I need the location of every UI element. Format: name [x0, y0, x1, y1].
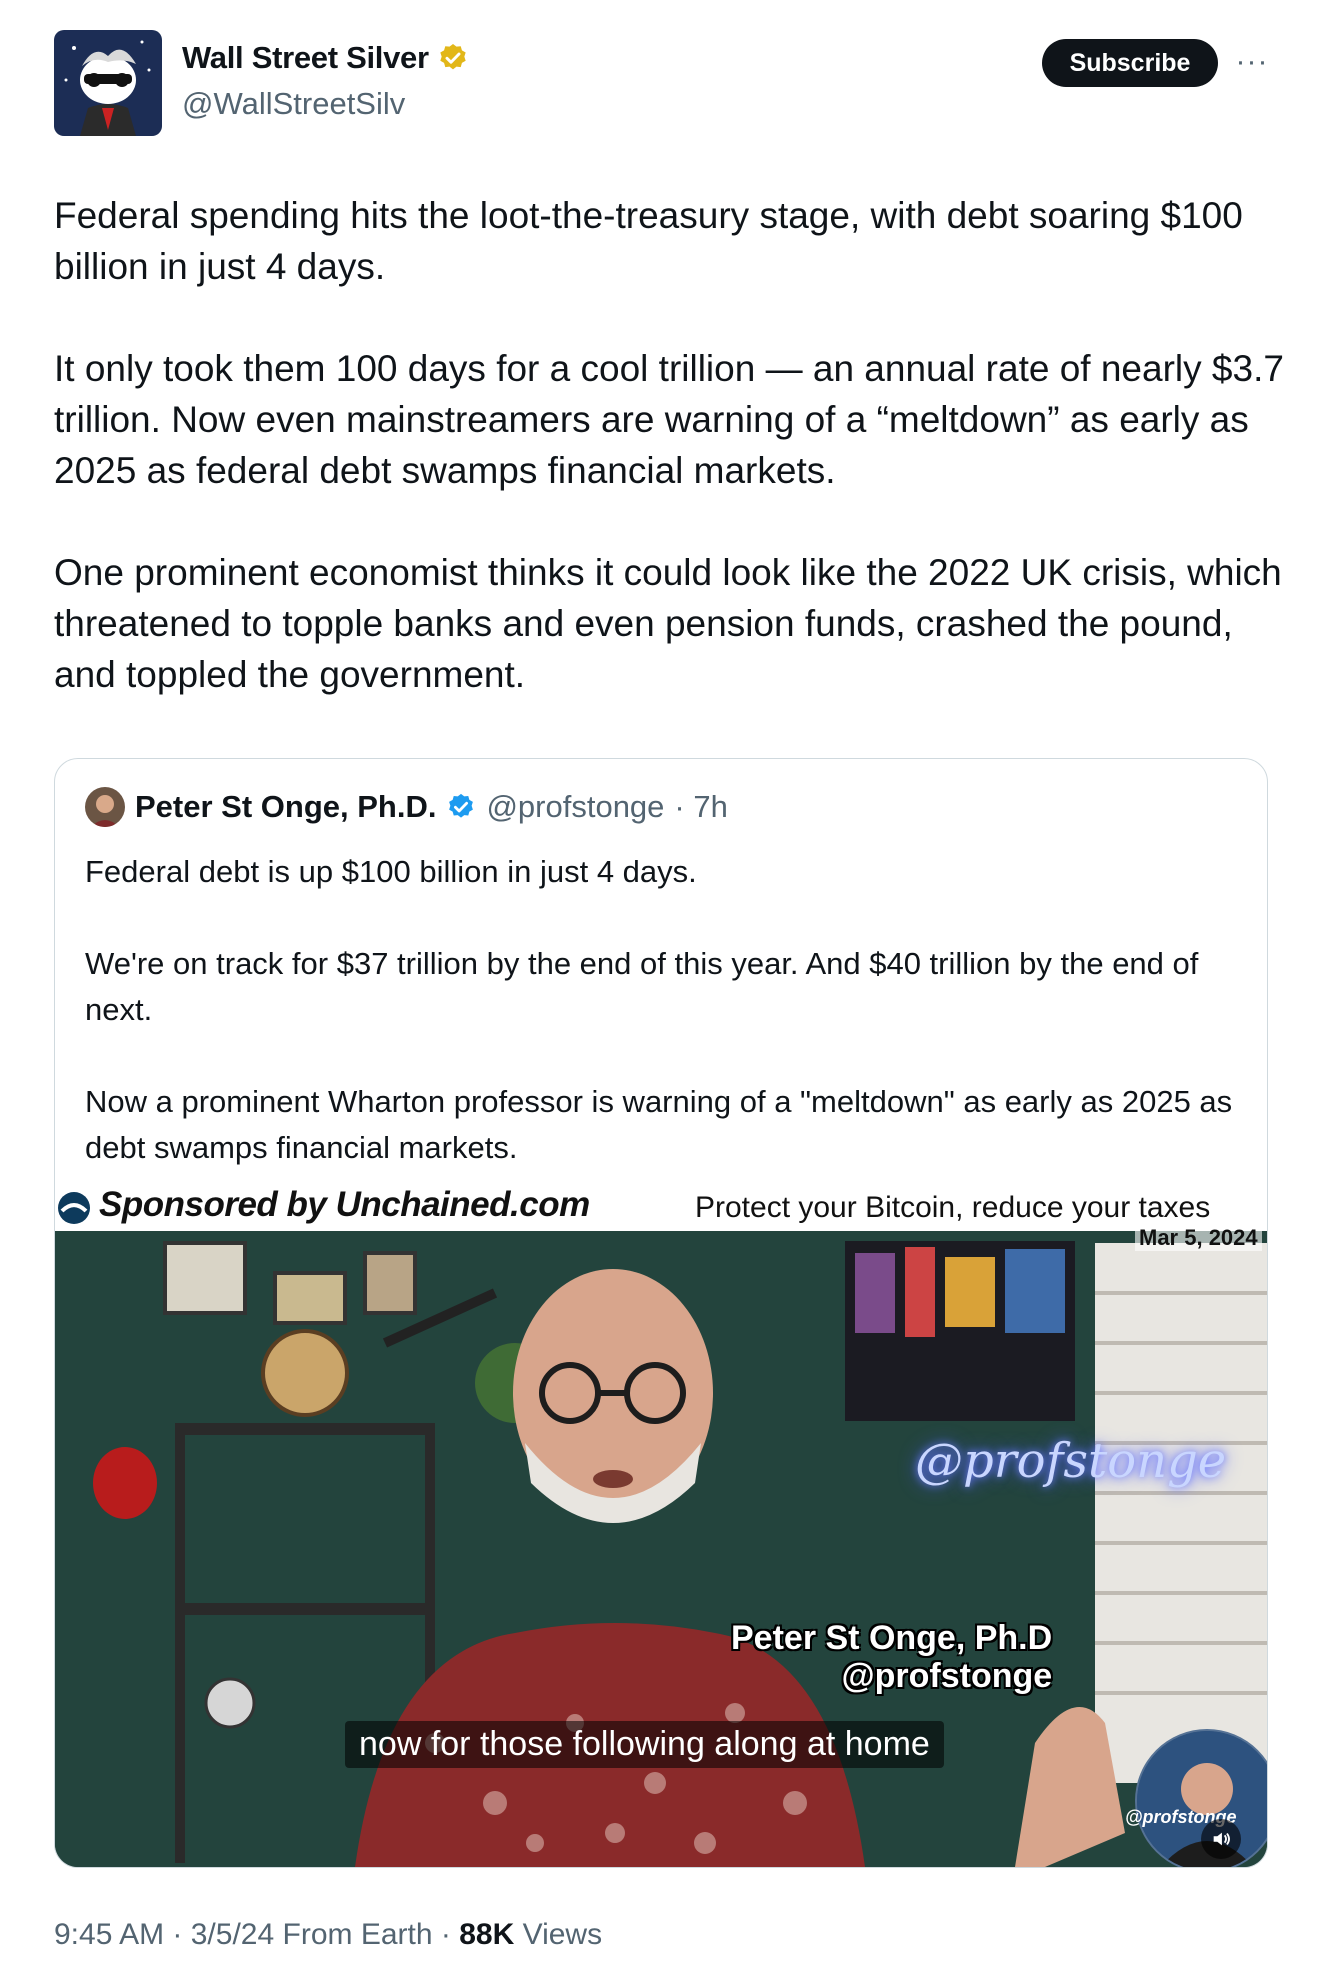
author-name-row[interactable]: Wall Street Silver: [182, 40, 469, 76]
lower-third: Peter St Onge, Ph.D @profstonge: [731, 1619, 1052, 1695]
meta-separator: ·: [432, 1918, 460, 1951]
blue-verified-badge-icon: [449, 793, 474, 818]
unchained-logo-icon: [58, 1192, 90, 1224]
tweet-paragraph: One prominent economist thinks it could …: [54, 552, 1282, 695]
quoted-author-name[interactable]: Peter St Onge, Ph.D.: [135, 789, 436, 825]
author-block[interactable]: Wall Street Silver @WallStreetSilv: [182, 40, 469, 122]
pip-avatar: [1135, 1729, 1267, 1867]
tweet-paragraph: Federal spending hits the loot-the-treas…: [54, 195, 1243, 287]
views-label: Views: [522, 1918, 603, 1951]
meta-separator: ·: [164, 1918, 191, 1951]
tweet-meta: 9:45 AM · 3/5/24 From Earth · 88K Views: [54, 1918, 602, 1952]
tweet-source: From Earth: [282, 1918, 433, 1951]
neon-sign: @profstonge: [915, 1433, 1227, 1489]
tweet-paragraph: It only took them 100 days for a cool tr…: [54, 348, 1284, 491]
quoted-tweet-header: Peter St Onge, Ph.D. @profstonge · 7h: [85, 787, 728, 827]
quoted-paragraph: We're on track for $37 trillion by the e…: [85, 946, 1199, 1027]
author-handle[interactable]: @WallStreetSilv: [182, 86, 469, 122]
speaker-icon[interactable]: [1201, 1819, 1241, 1859]
quoted-paragraph: Federal debt is up $100 billion in just …: [85, 854, 697, 889]
quoted-tweet-text: Federal debt is up $100 billion in just …: [85, 849, 1245, 1217]
quoted-paragraph: Now a prominent Wharton professor is war…: [85, 1084, 1233, 1165]
sponsor-banner: Sponsored by Unchained.com Protect your …: [55, 1183, 1267, 1231]
author-name[interactable]: Wall Street Silver: [182, 40, 429, 76]
lower-third-handle: @profstonge: [841, 1657, 1053, 1695]
tweet-time[interactable]: 9:45 AM: [54, 1918, 164, 1951]
video-player[interactable]: @profstonge Sponsored by Unchained.com P…: [55, 1183, 1267, 1867]
sponsor-text: Sponsored by Unchained.com: [99, 1185, 590, 1224]
quoted-tweet[interactable]: Peter St Onge, Ph.D. @profstonge · 7h Fe…: [54, 758, 1268, 1868]
subscribe-button[interactable]: Subscribe: [1042, 39, 1218, 87]
gold-verified-badge-icon: [440, 44, 466, 70]
author-avatar[interactable]: [54, 30, 162, 136]
more-options-icon[interactable]: ···: [1234, 44, 1270, 80]
video-caption: now for those following along at home: [345, 1721, 944, 1768]
video-date: Mar 5, 2024: [1135, 1225, 1262, 1251]
quoted-author-handle[interactable]: @profstonge: [486, 789, 664, 825]
tweet-date[interactable]: 3/5/24: [191, 1918, 274, 1951]
views-count: 88K: [459, 1918, 515, 1951]
tweet-text: Federal spending hits the loot-the-treas…: [54, 190, 1284, 751]
quoted-tweet-time: · 7h: [674, 789, 728, 824]
quoted-author-avatar[interactable]: [85, 787, 125, 827]
lower-third-name: Peter St Onge, Ph.D: [731, 1619, 1053, 1657]
sponsor-tagline: Protect your Bitcoin, reduce your taxes: [695, 1191, 1211, 1224]
